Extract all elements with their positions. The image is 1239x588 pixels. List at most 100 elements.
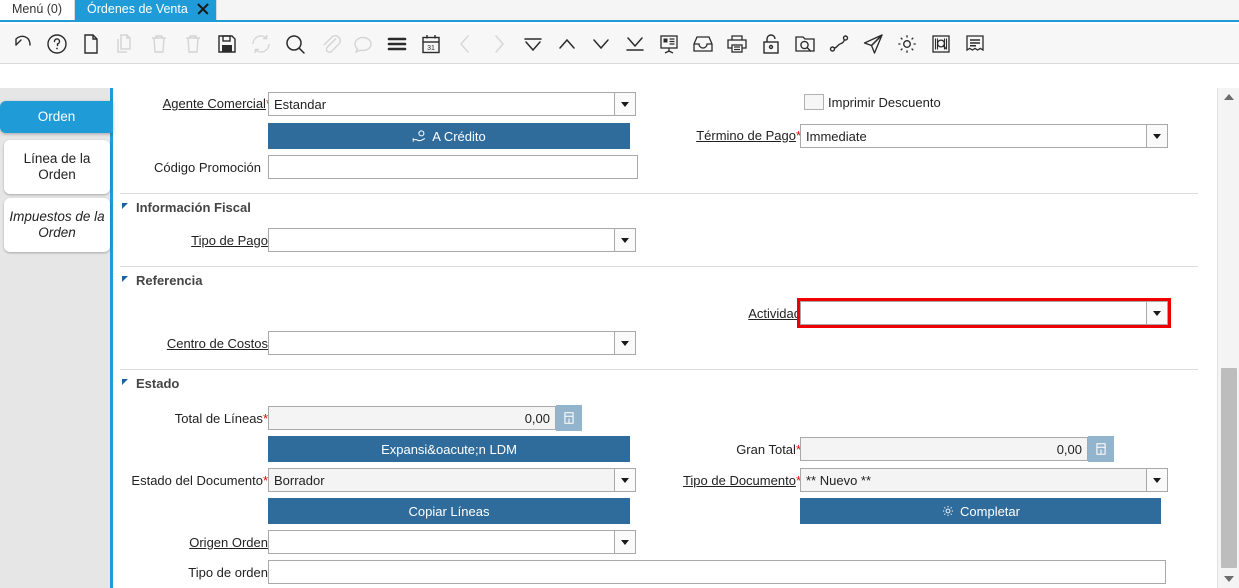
imprimir-descuento-checkbox[interactable] [804,94,824,110]
gear-icon[interactable] [890,27,924,61]
collapse-caret-icon[interactable] [122,275,128,282]
total-de-lineas-calculator-button[interactable] [556,405,582,431]
window-tab-bar: Menú (0) Órdenes de Venta [0,0,1239,22]
delete-selection-icon[interactable] [176,27,210,61]
gran-total-input[interactable]: 0,00 [800,437,1088,461]
chat-icon[interactable] [346,27,380,61]
estado-del-documento-combo[interactable]: Borrador [268,468,636,492]
tipo-de-documento-value[interactable]: ** Nuevo ** [800,468,1146,492]
tipo-de-pago-combo[interactable] [268,228,636,252]
actividad-value[interactable] [800,301,1146,325]
tab-ordenes-de-venta[interactable]: Órdenes de Venta [75,0,217,20]
sidebar-item-impuestos-de-la-orden[interactable]: Impuestos de la Orden [4,198,110,252]
collapse-caret-icon[interactable] [122,202,128,209]
scroll-down-arrow-icon[interactable] [1218,570,1239,588]
completar-button-label: Completar [960,503,1020,519]
tipo-de-orden-label: Tipo de orden [188,565,268,580]
chevron-down-icon[interactable] [614,530,636,554]
total-de-lineas-label: Total de Líneas* [174,411,268,426]
grid-toggle-icon[interactable] [380,27,414,61]
calendar-icon[interactable]: 31 [414,27,448,61]
section-estado-header[interactable]: Estado [122,376,179,391]
chevron-down-icon[interactable] [1146,301,1168,325]
last-record-icon[interactable] [618,27,652,61]
send-icon[interactable] [856,27,890,61]
origen-orden-combo[interactable] [268,530,636,554]
copy-record-icon[interactable] [108,27,142,61]
close-icon[interactable] [196,2,210,16]
actividad-combo[interactable] [797,298,1171,328]
completar-button[interactable]: Completar [800,498,1161,524]
lock-icon[interactable] [754,27,788,61]
sidebar-item-orden[interactable]: Orden [0,101,113,133]
new-record-icon[interactable] [74,27,108,61]
undo-icon[interactable] [6,27,40,61]
section-referencia-header[interactable]: Referencia [122,273,202,288]
save-icon[interactable] [210,27,244,61]
next-record-icon[interactable] [482,27,516,61]
chevron-down-icon[interactable] [614,468,636,492]
chevron-down-icon[interactable] [614,228,636,252]
chevron-down-icon[interactable] [614,92,636,116]
codigo-promocion-input[interactable] [268,155,638,179]
centro-de-costos-combo[interactable] [268,331,636,355]
section-estado-title: Estado [136,376,180,391]
svg-text:31: 31 [427,45,435,52]
centro-de-costos-label: Centro de Costos [166,336,268,351]
delete-icon[interactable] [142,27,176,61]
total-de-lineas-input[interactable]: 0,00 [268,406,556,430]
tipo-de-pago-value[interactable] [268,228,614,252]
expansion-ldm-button[interactable]: Expansi&oacute;n LDM [268,436,630,462]
a-credito-button[interactable]: A Crédito [268,123,630,149]
tab-menu-label: Menú (0) [12,2,63,16]
section-informacion-fiscal-header[interactable]: Información Fiscal [122,200,251,215]
tipo-de-orden-input[interactable] [268,560,1166,584]
barcode-zoom-icon[interactable] [924,27,958,61]
codigo-promocion-label: Código Promoción [154,160,261,175]
origen-orden-label: Origen Orden [189,535,268,550]
tipo-de-pago-label: Tipo de Pago [191,233,268,248]
gran-total-label: Gran Total* [736,442,801,457]
previous-page-icon[interactable] [550,27,584,61]
estado-del-documento-value[interactable]: Borrador [268,468,614,492]
agente-comercial-combo[interactable]: Estandar [268,92,636,116]
chevron-down-icon[interactable] [1146,124,1168,148]
agente-comercial-label: Agente Comercial* [162,96,271,111]
tab-ordenes-de-venta-label: Órdenes de Venta [87,2,188,16]
chevron-down-icon[interactable] [614,331,636,355]
print-icon[interactable] [720,27,754,61]
section-referencia-title: Referencia [136,273,203,288]
scroll-up-arrow-icon[interactable] [1218,88,1239,106]
workflow-icon[interactable] [822,27,856,61]
attachment-icon[interactable] [312,27,346,61]
tipo-de-documento-label: Tipo de Documento* [682,473,801,488]
termino-de-pago-combo[interactable]: Immediate [800,124,1168,148]
sidebar-item-linea-de-la-orden[interactable]: Línea de la Orden [4,140,110,194]
zoom-across-icon[interactable] [788,27,822,61]
vertical-scrollbar[interactable] [1217,88,1239,588]
termino-de-pago-value[interactable]: Immediate [800,124,1146,148]
refresh-icon[interactable] [244,27,278,61]
tab-menu[interactable]: Menú (0) [0,0,76,20]
section-informacion-fiscal-title: Información Fiscal [136,200,251,215]
origen-orden-value[interactable] [268,530,614,554]
first-record-icon[interactable] [516,27,550,61]
sidebar-item-linea-de-la-orden-label: Línea de la Orden [23,151,91,182]
chevron-down-icon[interactable] [1146,468,1168,492]
next-page-icon[interactable] [584,27,618,61]
collapse-caret-icon[interactable] [122,378,128,385]
report-icon[interactable] [652,27,686,61]
copiar-lineas-button[interactable]: Copiar Líneas [268,498,630,524]
archive-icon[interactable] [686,27,720,61]
actividad-label: Actividad [748,306,801,321]
document-lines-icon[interactable] [958,27,992,61]
agente-comercial-value[interactable]: Estandar [268,92,614,116]
previous-record-icon[interactable] [448,27,482,61]
copiar-lineas-button-label: Copiar Líneas [408,503,490,519]
tipo-de-documento-combo[interactable]: ** Nuevo ** [800,468,1168,492]
help-icon[interactable] [40,27,74,61]
scrollbar-thumb[interactable] [1221,368,1237,568]
search-icon[interactable] [278,27,312,61]
gran-total-calculator-button[interactable] [1088,436,1114,462]
centro-de-costos-value[interactable] [268,331,614,355]
